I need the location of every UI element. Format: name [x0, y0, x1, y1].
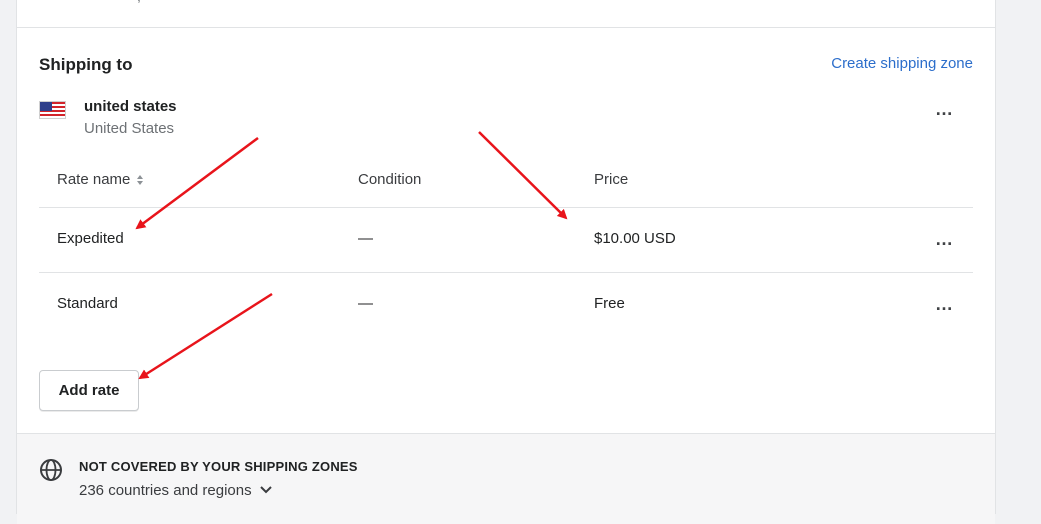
not-covered-section: NOT COVERED BY YOUR SHIPPING ZONES 236 c…: [17, 433, 995, 524]
rate-price-cell: $10.00 USD: [594, 230, 676, 247]
rates-table: Rate name Condition Price Expedited — $1…: [39, 152, 973, 337]
not-covered-expand[interactable]: 236 countries and regions: [79, 482, 272, 499]
previous-section-strip: ,: [17, 0, 995, 28]
shipping-to-title: Shipping to: [39, 55, 133, 74]
sort-icon[interactable]: [136, 174, 144, 186]
rate-name-header-label: Rate name: [57, 171, 131, 188]
shipping-zone-row: united states United States …: [39, 98, 973, 142]
shipping-card: , Shipping to Create shipping zone unite…: [16, 0, 996, 524]
add-rate-button[interactable]: Add rate: [39, 370, 139, 411]
rate-condition-cell: —: [358, 230, 373, 247]
rate-row: Standard — Free …: [39, 273, 973, 337]
previous-section-text: ,: [137, 0, 141, 4]
create-shipping-zone-link[interactable]: Create shipping zone: [831, 55, 973, 72]
rate-name-cell: Standard: [57, 295, 118, 312]
condition-header: Condition: [358, 171, 422, 188]
rates-table-header: Rate name Condition Price: [39, 152, 973, 208]
price-header: Price: [594, 171, 629, 188]
rate-name-header[interactable]: Rate name: [57, 171, 144, 188]
rate-more-actions-icon[interactable]: …: [935, 230, 953, 248]
rate-name-cell: Expedited: [57, 230, 124, 247]
zone-name: united states: [84, 98, 177, 115]
zone-country: United States: [84, 120, 175, 137]
rate-more-actions-icon[interactable]: …: [935, 295, 953, 313]
rate-price-cell: Free: [594, 295, 625, 312]
zone-more-actions-icon[interactable]: …: [935, 100, 953, 118]
chevron-down-icon: [260, 486, 272, 494]
rate-condition-cell: —: [358, 295, 373, 312]
not-covered-title: NOT COVERED BY YOUR SHIPPING ZONES: [79, 459, 358, 474]
globe-icon: [39, 458, 63, 487]
rate-row: Expedited — $10.00 USD …: [39, 208, 973, 273]
us-flag-icon: [39, 101, 66, 119]
not-covered-count: 236 countries and regions: [79, 482, 252, 499]
